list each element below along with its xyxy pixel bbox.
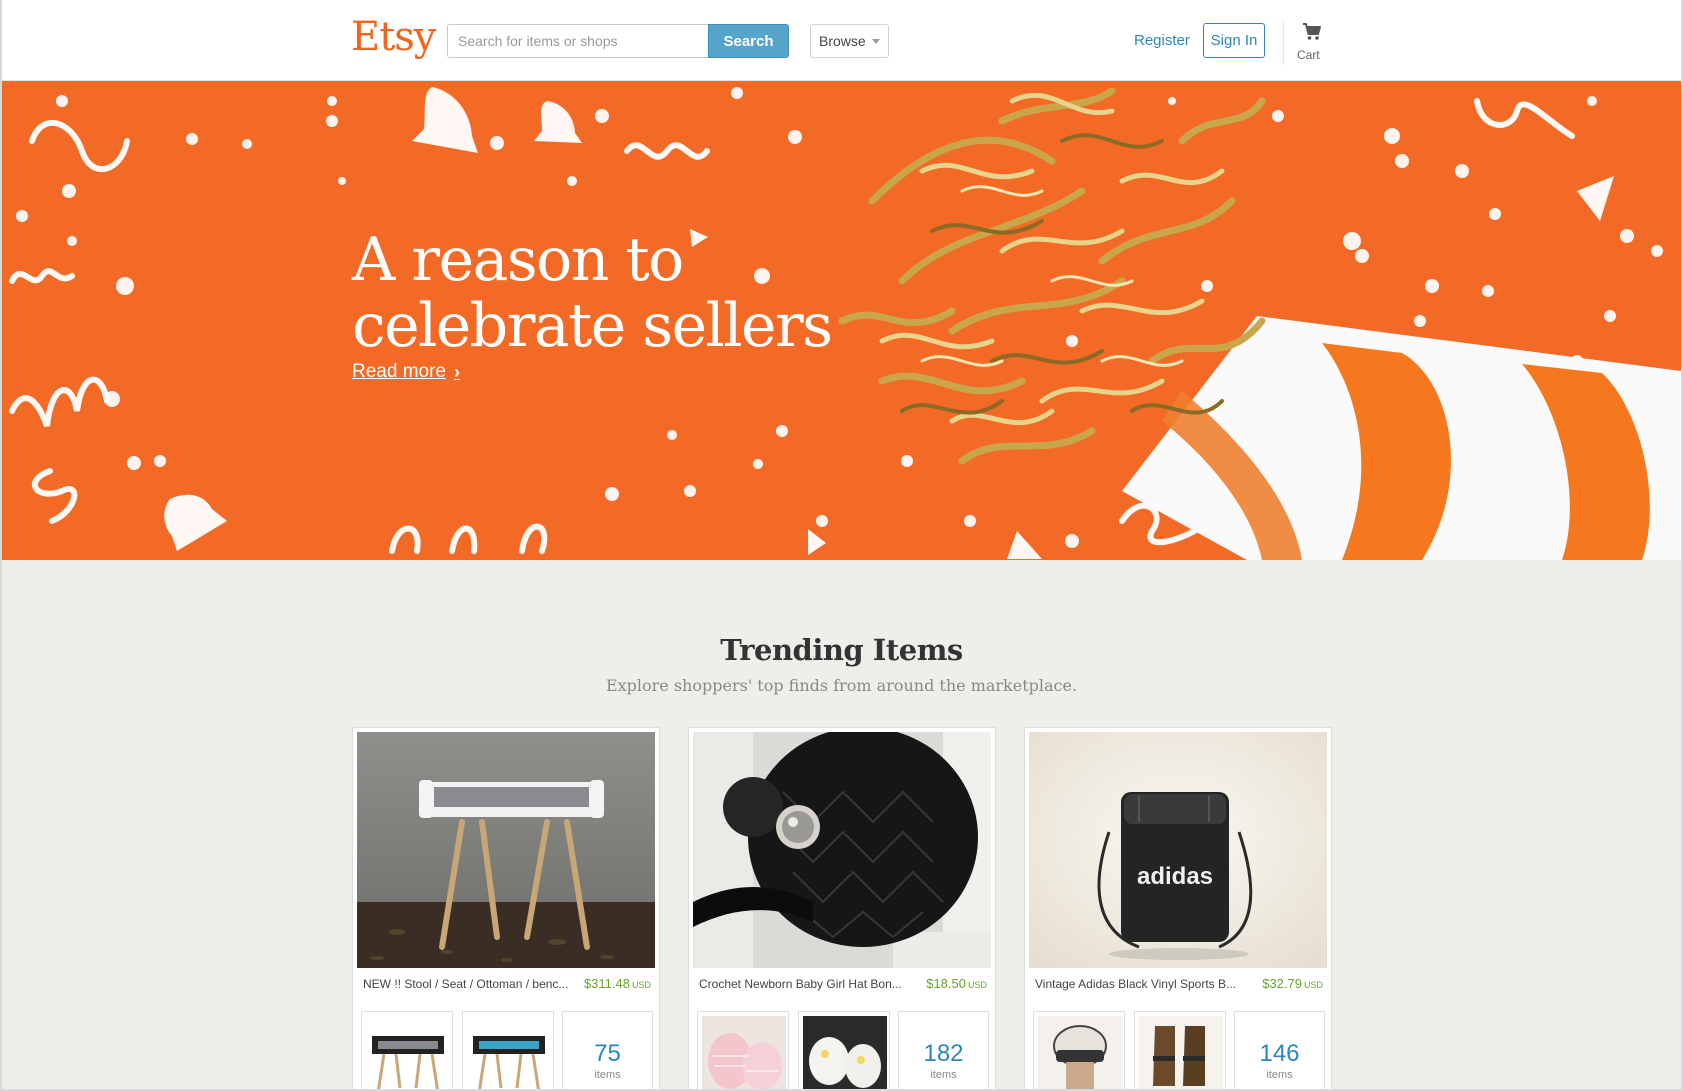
trending-card[interactable]: Crochet Newborn Baby Girl Hat Bon... $18… [688,727,996,1091]
trending-subtitle: Explore shoppers' top finds from around … [605,676,1078,695]
read-more-label: Read more [352,361,446,382]
search-button[interactable]: Search [708,24,789,58]
product-image[interactable] [693,732,991,968]
shop-item-count[interactable]: 182 items [898,1011,989,1091]
product-thumbnail[interactable] [462,1011,554,1091]
product-thumbnail[interactable] [361,1011,453,1091]
chevron-right-icon: › [454,361,460,382]
product-thumbnail[interactable] [1033,1011,1125,1091]
cart-button[interactable]: Cart [1283,20,1333,65]
product-title[interactable]: Vintage Adidas Black Vinyl Sports B... [1035,977,1236,991]
search-input[interactable] [447,24,708,58]
item-count: 146 [1259,1040,1300,1067]
read-more-link[interactable]: Read more › [352,361,460,383]
product-info: NEW !! Stool / Seat / Ottoman / benc... … [363,976,651,991]
browse-label: Browse [819,33,866,49]
register-link[interactable]: Register [1134,32,1190,49]
product-price: $32.79 USD [1262,976,1323,991]
hero-title-line-1: A reason to [352,225,684,295]
cart-label: Cart [1297,48,1320,62]
item-count-label: items [930,1069,957,1081]
hero-title: A reason to celebrate sellers [352,225,833,361]
item-count-label: items [1266,1069,1293,1081]
hero-confetti-image [9,87,1681,560]
hero-banner[interactable]: A reason to celebrate sellers Read more … [2,81,1681,560]
product-image[interactable] [357,732,655,968]
product-thumbnail[interactable] [1134,1011,1226,1091]
cart-icon [1303,23,1321,40]
product-title[interactable]: Crochet Newborn Baby Girl Hat Bon... [699,977,902,991]
site-header: Etsy Search Browse Register Sign In Cart [0,0,1683,81]
product-price: $18.50 USD [926,976,987,991]
product-info: Vintage Adidas Black Vinyl Sports B... $… [1035,976,1323,991]
product-image[interactable]: adidas [1029,732,1327,968]
browse-dropdown[interactable]: Browse [810,24,889,58]
svg-text:adidas: adidas [1137,863,1213,890]
chevron-down-icon [872,39,880,44]
etsy-logo[interactable]: Etsy [351,14,436,60]
trending-title: Trending Items [720,633,963,667]
trending-card[interactable]: adidas Vintage Adidas Black Vinyl Sports… [1024,727,1332,1091]
shop-item-count[interactable]: 146 items [1234,1011,1325,1091]
sign-in-button[interactable]: Sign In [1203,23,1265,58]
item-count: 75 [594,1040,621,1067]
product-info: Crochet Newborn Baby Girl Hat Bon... $18… [699,976,987,991]
shop-item-count[interactable]: 75 items [562,1011,653,1091]
item-count: 182 [923,1040,964,1067]
product-thumbnail[interactable] [697,1011,789,1091]
product-title[interactable]: NEW !! Stool / Seat / Ottoman / benc... [363,977,568,991]
trending-card[interactable]: NEW !! Stool / Seat / Ottoman / benc... … [352,727,660,1091]
product-price: $311.48 USD [583,976,651,991]
hero-title-line-2: celebrate sellers [352,291,833,361]
item-count-label: items [594,1069,621,1081]
product-thumbnail[interactable] [798,1011,890,1091]
